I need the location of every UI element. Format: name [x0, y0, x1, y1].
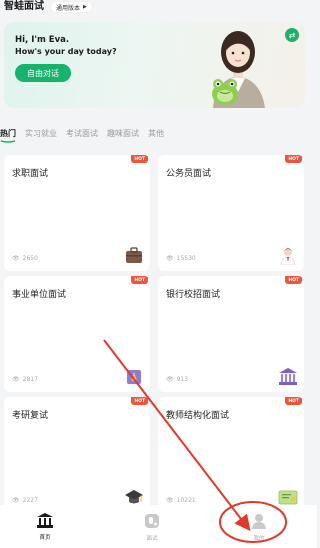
eye-icon: 👁 — [12, 497, 20, 504]
badge-icon — [127, 370, 141, 384]
nav-interview[interactable]: 面试 — [132, 513, 172, 542]
view-count: 👁 10221 — [166, 497, 196, 504]
card-bank-recruitment[interactable]: HOT 银行校招面试 👁 913 — [158, 276, 304, 392]
card-title: 事业单位面试 — [12, 290, 67, 300]
app-title: 智蛙面试 — [4, 1, 44, 12]
card-title: 银行校招面试 — [166, 290, 221, 300]
view-count-value: 15530 — [176, 255, 196, 262]
hero-greeting: Hi, I'm Eva. — [15, 35, 70, 45]
tab-active-indicator — [0, 140, 16, 143]
tab-exam-interview[interactable]: 考试面试 — [66, 128, 98, 139]
tab-other[interactable]: 其他 — [148, 128, 164, 139]
top-bar: 智蛙面试 通用版本 ▶ — [0, 0, 317, 14]
view-count: 👁 2227 — [12, 497, 38, 504]
eye-icon: 👁 — [166, 497, 174, 504]
home-icon — [37, 513, 53, 528]
nav-home[interactable]: 首页 — [25, 513, 65, 541]
hot-badge: HOT — [285, 276, 302, 284]
hot-badge: HOT — [131, 155, 148, 163]
view-count-value: 2650 — [22, 255, 38, 262]
switch-avatar-icon[interactable]: ⇄ — [285, 28, 299, 42]
nav-label: 面试 — [146, 536, 158, 542]
official-avatar-icon — [280, 248, 296, 265]
card-postgrad-retest[interactable]: HOT 考研复试 👁 2227 — [4, 397, 150, 513]
tab-fun-interview[interactable]: 趣味面试 — [107, 128, 139, 139]
view-count: 👁 2817 — [12, 376, 38, 383]
card-title: 考研复试 — [12, 411, 49, 421]
caret-right-icon: ▶ — [83, 4, 87, 10]
nav-label: 首页 — [39, 535, 51, 541]
eye-icon: 👁 — [166, 376, 174, 383]
card-civil-servant[interactable]: HOT 公务员面试 👁 15530 — [158, 155, 304, 271]
hero-banner: Hi, I'm Eva. How's your day today? 自由对话 … — [4, 22, 305, 108]
view-count-value: 913 — [176, 376, 189, 383]
briefcase-icon — [126, 247, 142, 263]
card-title: 公务员面试 — [166, 169, 212, 179]
graduation-cap-icon — [125, 490, 143, 504]
view-count-value: 2227 — [22, 497, 38, 504]
view-count-value: 2817 — [22, 376, 38, 383]
eye-icon: 👁 — [12, 255, 20, 262]
view-count: 👁 15530 — [166, 255, 196, 262]
version-selector[interactable]: 通用版本 ▶ — [50, 1, 93, 13]
eye-icon: 👁 — [166, 255, 174, 262]
certificate-icon — [278, 490, 298, 505]
hero-subtitle: How's your day today? — [15, 47, 117, 56]
card-title: 教师结构化面试 — [166, 411, 230, 421]
card-job-interview[interactable]: HOT 求职面试 👁 2650 — [4, 155, 150, 271]
view-count-value: 10221 — [176, 497, 196, 504]
interview-icon — [145, 514, 159, 528]
version-label: 通用版本 — [56, 4, 81, 12]
hot-badge: HOT — [131, 276, 148, 284]
bank-icon — [279, 368, 297, 385]
hot-badge: HOT — [131, 397, 148, 405]
card-title: 求职面试 — [12, 169, 49, 179]
eva-avatar — [212, 31, 265, 108]
tab-hot[interactable]: 热门 — [0, 128, 16, 143]
hot-badge: HOT — [285, 397, 302, 405]
bottom-nav: 首页 面试 我的 — [0, 505, 317, 548]
profile-icon — [252, 514, 266, 529]
view-count: 👁 2650 — [12, 255, 38, 262]
eye-icon: 👁 — [12, 376, 20, 383]
tab-internship[interactable]: 实习就业 — [25, 128, 57, 139]
tab-label: 热门 — [0, 129, 16, 138]
card-teacher-structured[interactable]: HOT 教师结构化面试 👁 10221 — [158, 397, 304, 513]
free-chat-button[interactable]: 自由对话 — [15, 64, 71, 82]
card-public-institution[interactable]: HOT 事业单位面试 👁 2817 — [4, 276, 150, 392]
category-tabs: 热门 实习就业 考试面试 趣味面试 其他 — [0, 128, 173, 144]
nav-label: 我的 — [253, 536, 265, 542]
hot-badge: HOT — [285, 155, 302, 163]
nav-profile[interactable]: 我的 — [239, 513, 279, 542]
view-count: 👁 913 — [166, 376, 188, 383]
